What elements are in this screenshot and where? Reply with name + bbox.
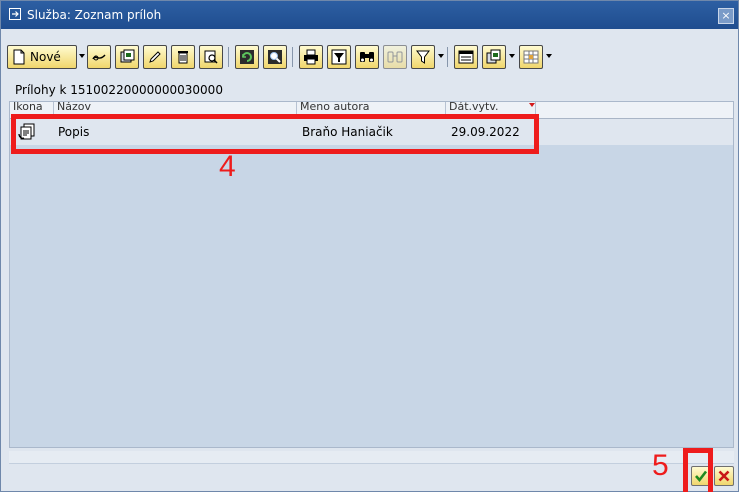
cancel-x-icon: [718, 470, 730, 482]
filter-icon: [331, 49, 347, 65]
display-button[interactable]: [115, 45, 139, 69]
find-binoculars-button[interactable]: [355, 45, 379, 69]
find-next-button[interactable]: [383, 45, 407, 69]
layout-grid-icon: [523, 50, 539, 64]
filter-button[interactable]: [327, 45, 351, 69]
window-title: Služba: Zoznam príloh: [27, 8, 162, 22]
print-icon: [304, 49, 318, 65]
new-document-icon: [13, 49, 25, 65]
delete-button[interactable]: [171, 45, 195, 69]
copy-button[interactable]: [482, 45, 506, 69]
step-4-number: 4: [219, 150, 236, 183]
refresh-button[interactable]: [235, 45, 259, 69]
dialog-window: Služba: Zoznam príloh × Nové Prílohy k 1…: [0, 0, 739, 492]
step-5-highlight: [683, 448, 713, 492]
zoom-button[interactable]: [263, 45, 287, 69]
close-button[interactable]: ×: [718, 8, 734, 24]
cancel-button[interactable]: [714, 466, 734, 486]
toolbar-separator: [228, 47, 229, 67]
export-icon: [458, 50, 474, 64]
filter-funnel-icon: [416, 50, 430, 64]
filter-dropdown-arrow[interactable]: [438, 54, 444, 58]
find-next-icon: [387, 51, 403, 63]
refresh-icon: [240, 50, 254, 64]
find-attachment-button[interactable]: [199, 45, 223, 69]
new-dropdown-arrow[interactable]: [79, 54, 85, 58]
layout-dropdown-arrow[interactable]: [546, 54, 552, 58]
edit-pencil-icon: [149, 51, 161, 63]
toolbar-separator: [447, 47, 448, 67]
toolbar-separator: [292, 47, 293, 67]
step-5-number: 5: [652, 449, 669, 482]
edit-button[interactable]: [143, 45, 167, 69]
link-icon: [92, 54, 106, 61]
filter-funnel-button[interactable]: [411, 45, 435, 69]
zoom-icon: [268, 50, 282, 64]
close-icon: ×: [721, 9, 731, 22]
toolbar: Nové: [7, 43, 732, 73]
attachments-heading: Prílohy k 15100220000000030000: [15, 83, 223, 97]
new-button[interactable]: Nové: [7, 45, 77, 69]
sort-indicator-icon: [529, 103, 535, 107]
copy-dropdown-arrow[interactable]: [509, 54, 515, 58]
title-bar: Služba: Zoznam príloh ×: [1, 1, 738, 29]
link-button[interactable]: [87, 45, 111, 69]
export-button[interactable]: [454, 45, 478, 69]
copy-icon: [486, 49, 501, 64]
layout-button[interactable]: [519, 45, 543, 69]
print-button[interactable]: [299, 45, 323, 69]
new-button-label: Nové: [30, 50, 61, 64]
find-icon: [204, 50, 218, 64]
display-icon: [120, 49, 135, 63]
step-4-highlight: [11, 114, 539, 154]
delete-trash-icon: [178, 51, 188, 64]
window-icon: [9, 8, 21, 20]
find-binoculars-icon: [360, 52, 374, 62]
status-strip: [9, 451, 734, 464]
